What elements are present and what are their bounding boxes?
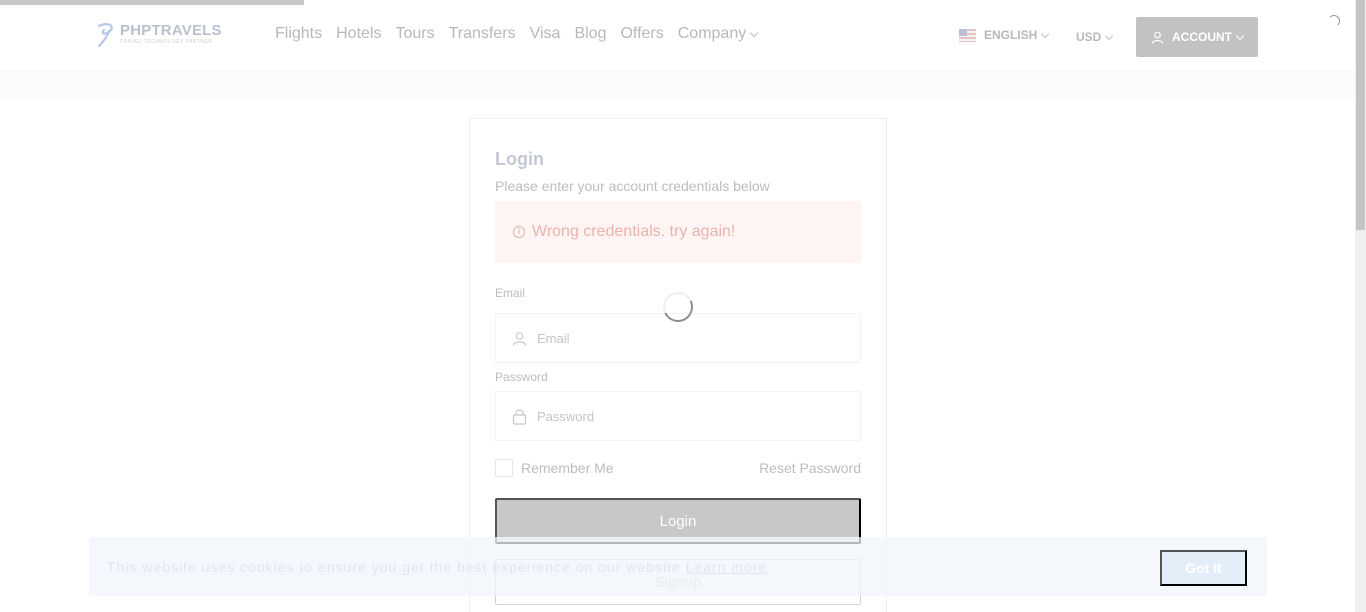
site-logo[interactable]: PHPTRAVELS TRAVEL TECHNOLOGY PARTNER <box>96 20 226 50</box>
header-subbar <box>0 70 1355 100</box>
cookie-consent-bar: This website uses cookies to ensure you … <box>89 537 1267 596</box>
brand-tagline: TRAVEL TECHNOLOGY PARTNER <box>120 39 213 45</box>
login-title: Login <box>495 149 544 169</box>
cookie-message: This website uses cookies to ensure you … <box>107 559 767 575</box>
alert-message: Wrong credentials. try again! <box>532 223 736 240</box>
nav-company-label: Company <box>677 25 747 42</box>
user-icon <box>1151 31 1164 44</box>
checkbox-box[interactable] <box>495 459 513 477</box>
learn-more-link[interactable]: Learn more <box>686 559 768 575</box>
phptravels-logo-icon <box>97 23 113 48</box>
nav-flights[interactable]: Flights <box>275 25 322 43</box>
site-header: PHPTRAVELS TRAVEL TECHNOLOGY PARTNER Fli… <box>0 0 1355 70</box>
brand-name: PHPTRAVELS <box>120 22 222 39</box>
currency-selector[interactable]: USD <box>1076 30 1114 44</box>
remember-me-checkbox[interactable]: Remember Me <box>495 459 614 477</box>
page-loading-progress <box>0 0 304 5</box>
lock-icon <box>512 409 527 425</box>
cookie-accept-button[interactable]: Got It <box>1160 550 1247 586</box>
account-button[interactable]: ACCOUNT <box>1136 17 1258 57</box>
remember-row: Remember Me Reset Password <box>495 459 861 477</box>
nav-visa[interactable]: Visa <box>530 25 561 43</box>
email-label: Email <box>495 286 526 300</box>
main-nav: Flights Hotels Tours Transfers Visa Blog… <box>275 25 771 43</box>
nav-company-dropdown[interactable]: Company <box>677 25 759 43</box>
login-subtitle: Please enter your account credentials be… <box>495 178 770 194</box>
chevron-down-icon <box>749 28 759 37</box>
chevron-down-icon <box>1041 29 1050 38</box>
page-scrollbar[interactable] <box>1355 0 1366 612</box>
password-field[interactable] <box>495 391 861 441</box>
email-input[interactable] <box>537 330 837 346</box>
currency-label: USD <box>1076 30 1102 44</box>
cookie-text: This website uses cookies to ensure you … <box>107 559 681 575</box>
password-input[interactable] <box>537 408 837 424</box>
account-label: ACCOUNT <box>1172 30 1232 44</box>
reset-password-link[interactable]: Reset Password <box>759 460 861 476</box>
language-selector[interactable]: ENGLISH <box>959 28 1050 42</box>
language-label: ENGLISH <box>984 28 1038 42</box>
error-alert: i Wrong credentials. try again! <box>495 201 861 263</box>
chevron-down-icon <box>1235 31 1245 40</box>
us-flag-icon <box>959 28 976 42</box>
password-label: Password <box>495 370 548 384</box>
spinner-icon <box>1328 15 1340 27</box>
nav-tours[interactable]: Tours <box>395 25 434 43</box>
nav-hotels[interactable]: Hotels <box>336 25 381 43</box>
nav-transfers[interactable]: Transfers <box>449 25 516 43</box>
scrollbar-thumb[interactable] <box>1356 0 1365 230</box>
nav-blog[interactable]: Blog <box>574 25 606 43</box>
user-icon <box>512 331 527 346</box>
info-icon: i <box>513 226 525 238</box>
chevron-down-icon <box>1105 31 1114 40</box>
nav-offers[interactable]: Offers <box>620 25 663 43</box>
remember-label: Remember Me <box>521 460 614 476</box>
